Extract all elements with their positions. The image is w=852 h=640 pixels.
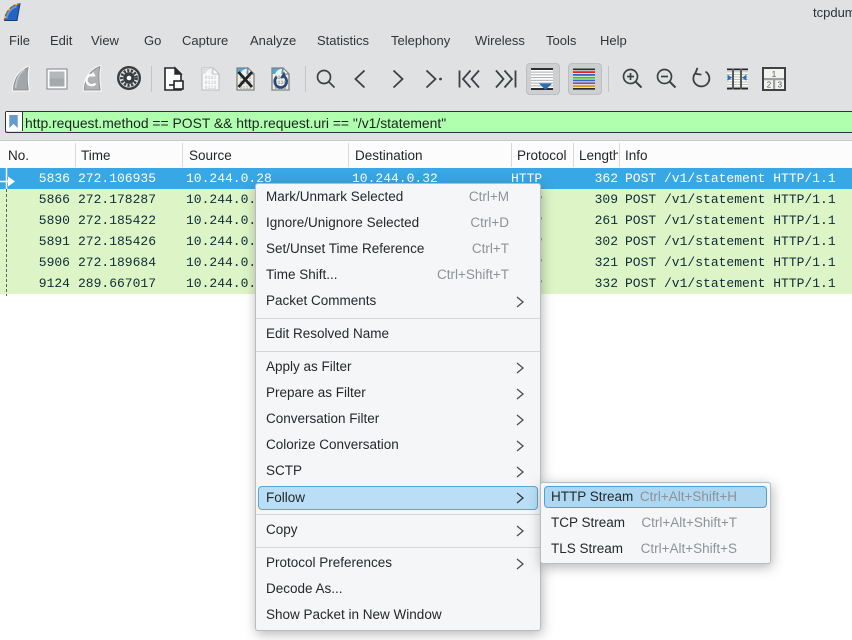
svg-text:2: 2 xyxy=(767,81,772,90)
svg-text:3: 3 xyxy=(778,81,783,90)
svg-text:1: 1 xyxy=(772,70,777,79)
svg-text:0113: 0113 xyxy=(204,85,216,91)
